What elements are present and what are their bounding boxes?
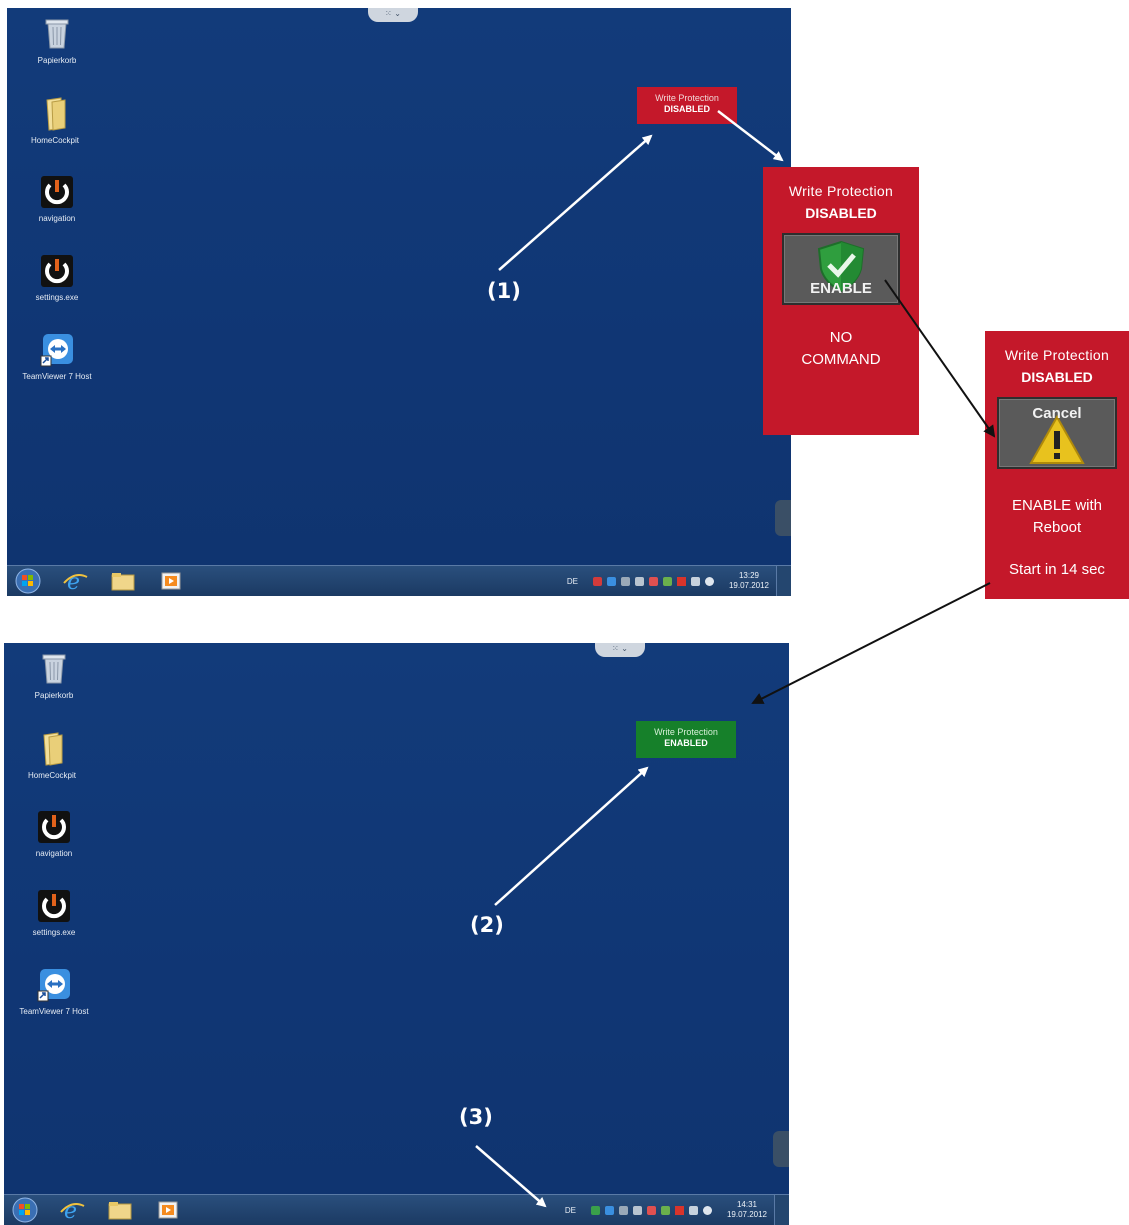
annotation-arrows <box>475 110 996 1208</box>
arrow-cancel-to-desktop <box>751 582 991 704</box>
arrow-badge-to-panel <box>717 110 784 162</box>
callout-label: (3) <box>459 1105 493 1129</box>
arrow-3 <box>475 1145 547 1208</box>
arrow-enable-to-cancel <box>884 279 996 438</box>
callout-label: (1) <box>487 279 521 303</box>
arrow-1 <box>498 134 653 271</box>
callout-label: (2) <box>470 913 504 937</box>
arrow-2 <box>494 766 649 906</box>
